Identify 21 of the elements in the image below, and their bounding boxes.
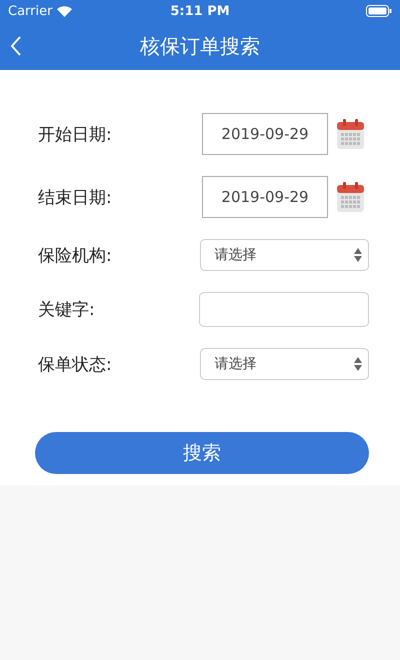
carrier-name: Carrier — [8, 4, 52, 18]
date-field[interactable]: 2019-09-29 — [202, 113, 328, 155]
battery-icon — [366, 5, 392, 17]
sort-arrows-icon — [354, 248, 362, 262]
wifi-icon — [57, 6, 72, 16]
keyword-field[interactable] — [199, 292, 369, 327]
calendar-icon[interactable] — [337, 182, 364, 212]
calendar-icon[interactable] — [337, 119, 364, 149]
status-time: 5:11 PM — [170, 4, 230, 18]
field-label: 关键字: — [37, 299, 96, 321]
field-label: 保险机构: — [37, 244, 113, 266]
select-field[interactable]: 请选择 — [200, 239, 369, 271]
sort-arrows-icon — [354, 357, 362, 371]
field-label: 保单状态: — [37, 354, 113, 376]
select-field[interactable]: 请选择 — [200, 348, 369, 380]
date-field[interactable]: 2019-09-29 — [202, 176, 328, 218]
page-title: 核保订单搜索 — [140, 32, 260, 60]
field-label: 结束日期: — [37, 186, 113, 208]
back-icon[interactable] — [10, 36, 22, 56]
field-label: 开始日期: — [37, 124, 113, 146]
search-button[interactable]: 搜索 — [35, 432, 369, 474]
